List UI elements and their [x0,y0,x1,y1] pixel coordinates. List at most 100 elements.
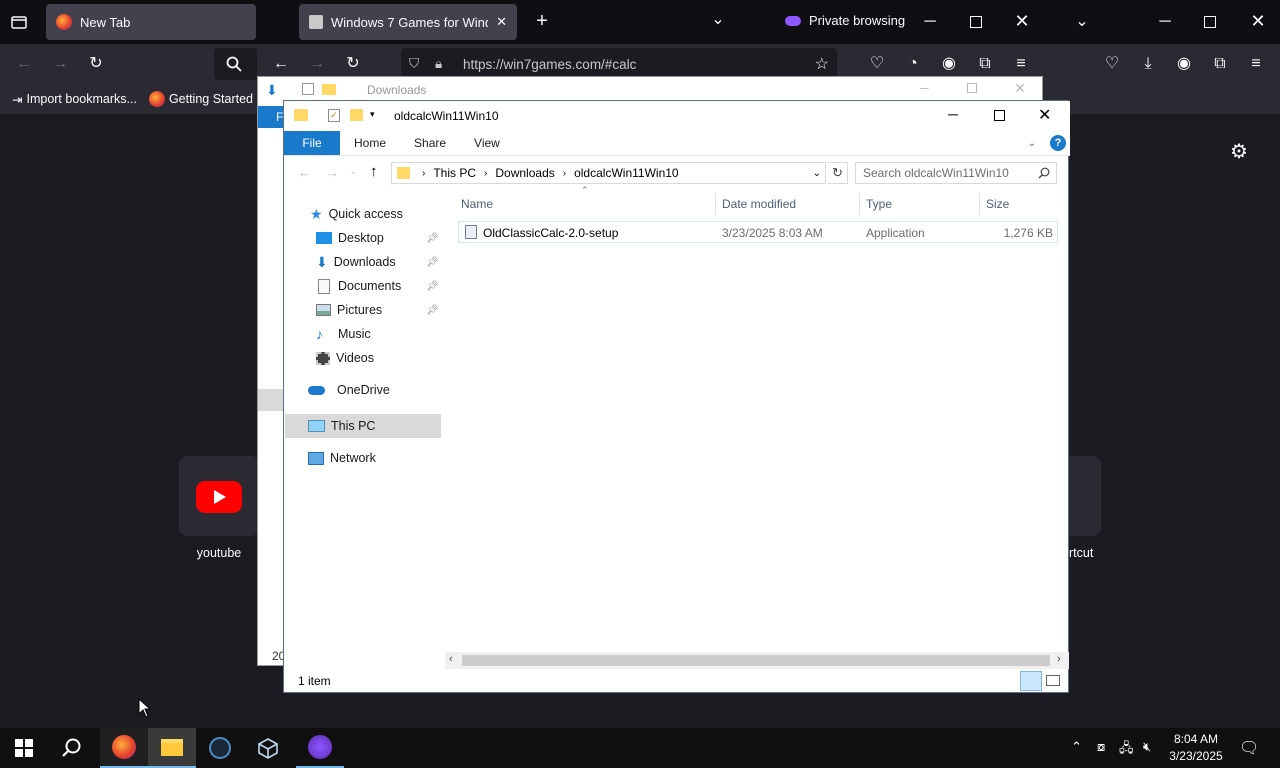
properties-qat-icon[interactable]: ✓ [328,109,340,122]
pin-icon[interactable]: 📌︎ [426,281,439,292]
column-divider[interactable] [715,193,716,215]
horizontal-scrollbar[interactable]: ‹ › [445,652,1069,669]
taskbar-3d-app[interactable] [244,728,292,768]
bookmark-star-icon[interactable]: ☆ [815,54,829,74]
taskbar-firefox-private[interactable] [296,728,344,768]
nav-music[interactable]: ♪ Music [316,322,371,346]
pocket-icon[interactable]: ♡ [867,56,887,72]
search-box[interactable]: Search oldcalcWin11Win10 [855,162,1057,184]
performance-icon[interactable]: ◔ [903,56,923,72]
search-box[interactable] [214,48,258,80]
url-text[interactable]: https://win7games.com/#calc [463,57,636,72]
details-view-icon[interactable] [1020,671,1042,691]
maximize-icon[interactable] [970,16,982,28]
close-tab-icon[interactable]: ✕ [496,14,507,30]
minimize-icon[interactable]: ─ [920,81,929,95]
ribbon-tab-home[interactable]: Home [340,131,400,155]
tab-windows7-games[interactable]: Windows 7 Games for Window ✕ [299,4,517,40]
ribbon-tab-share[interactable]: Share [400,131,460,155]
refresh-icon[interactable]: ↻ [828,162,848,184]
nav-onedrive[interactable]: OneDrive [308,378,390,402]
extensions-icon[interactable]: ⧉ [975,56,995,72]
tab-list-dropdown-icon[interactable]: ⌄ [1072,14,1092,30]
column-size[interactable]: Size [986,197,1009,211]
new-tab-icon[interactable]: + [533,11,551,31]
nav-downloads[interactable]: ⬇ Downloads 📌︎ [316,250,439,274]
close-icon[interactable]: ✕ [1038,105,1051,125]
large-icons-view-icon[interactable] [1046,675,1060,686]
downloads-icon[interactable]: ⤓ [1138,56,1158,72]
shortcut-tile-youtube[interactable] [179,456,259,536]
close-icon[interactable]: ✕ [1012,12,1032,30]
scroll-right-icon[interactable]: › [1057,653,1061,665]
clock-time[interactable]: 8:04 AM [1172,732,1220,746]
breadcrumb-this-pc[interactable]: This PC [433,166,476,180]
maximize-icon[interactable] [967,83,977,93]
extensions-icon[interactable]: ⧉ [1210,56,1230,72]
forward-nav-icon[interactable]: → [326,165,339,180]
account-icon[interactable]: ◉ [1174,56,1194,72]
up-arrow-icon[interactable]: ↑ [370,163,378,180]
taskbar-file-explorer[interactable] [148,728,196,768]
column-divider[interactable] [859,193,860,215]
file-tab[interactable]: F [258,106,284,128]
breadcrumb-separator-icon[interactable]: › [422,168,425,179]
breadcrumb-current[interactable]: oldcalcWin11Win10 [574,166,679,180]
settings-gear-icon[interactable]: ⚙ [1228,142,1250,162]
scrollbar-thumb[interactable] [462,655,1050,666]
column-type[interactable]: Type [866,197,892,211]
nav-pictures[interactable]: Pictures 📌︎ [316,298,439,322]
minimize-icon[interactable]: ─ [1155,14,1175,30]
ribbon-tab-view[interactable]: View [460,131,514,155]
menu-icon[interactable]: ≡ [1246,56,1266,72]
file-row[interactable]: OldClassicCalc-2.0-setup 3/23/2025 8:03 … [458,221,1058,243]
lock-icon[interactable]: 🔒︎ [435,56,451,72]
taskbar-steam[interactable] [196,728,244,768]
pin-icon[interactable]: 📌︎ [426,233,439,244]
volume-muted-icon[interactable]: 🔇︎ [1143,739,1151,755]
qat-dropdown-icon[interactable]: ▾ [370,109,375,120]
show-hidden-icons-icon[interactable]: ⌃ [1071,739,1082,755]
start-button[interactable] [0,728,48,768]
scroll-left-icon[interactable]: ‹ [449,653,453,665]
back-arrow-icon[interactable]: ← [14,56,34,72]
pocket-icon[interactable]: ♡ [1102,56,1122,72]
nav-desktop[interactable]: Desktop 📌︎ [316,226,439,250]
tracking-shield-icon[interactable]: ⛉ [409,56,425,72]
forward-arrow-icon[interactable]: → [307,56,327,72]
taskbar-firefox[interactable] [100,728,148,768]
clock-date[interactable]: 3/23/2025 [1166,749,1226,763]
tab-list-dropdown-icon[interactable]: ⌄ [708,12,728,28]
ribbon-expand-icon[interactable]: ⌄ [1028,131,1036,155]
breadcrumb-downloads[interactable]: Downloads [495,166,554,180]
network-tray-icon[interactable]: 🖧︎ [1119,739,1134,761]
nav-quick-access[interactable]: ★ Quick access [310,202,403,226]
tab-new-tab[interactable]: New Tab [46,4,256,40]
nav-videos[interactable]: Videos [316,346,374,370]
forward-arrow-icon[interactable]: → [50,56,70,72]
minimize-icon[interactable]: ─ [948,106,958,122]
menu-icon[interactable]: ≡ [1011,56,1031,72]
column-divider[interactable] [979,193,980,215]
column-date-modified[interactable]: Date modified [722,197,796,211]
bookmark-import[interactable]: ⇥ Import bookmarks... [12,92,137,107]
reload-icon[interactable]: ↻ [343,56,363,72]
account-icon[interactable]: ◉ [939,56,959,72]
nav-network[interactable]: Network [308,446,376,470]
ribbon-tab-file[interactable]: File [284,131,340,155]
close-icon[interactable]: ✕ [1248,12,1268,30]
back-nav-icon[interactable]: ← [298,165,311,180]
notifications-icon[interactable]: 🗨︎ [1239,738,1259,758]
recent-locations-icon[interactable]: ⌄ [350,167,357,176]
bookmark-getting-started[interactable]: Getting Started [148,91,253,107]
reload-icon[interactable]: ↻ [86,56,106,72]
pin-icon[interactable]: 📌︎ [426,257,439,268]
meet-now-icon[interactable]: ⧇ [1097,739,1105,755]
nav-this-pc[interactable]: This PC [308,414,375,438]
breadcrumb-separator-icon[interactable]: › [484,168,487,179]
address-bar[interactable]: › This PC › Downloads › oldcalcWin11Win1… [391,162,826,184]
column-name[interactable]: Name [461,197,493,211]
minimize-icon[interactable]: ─ [920,14,940,30]
restore-icon[interactable] [1204,16,1216,28]
close-icon[interactable]: ✕ [1014,80,1026,97]
